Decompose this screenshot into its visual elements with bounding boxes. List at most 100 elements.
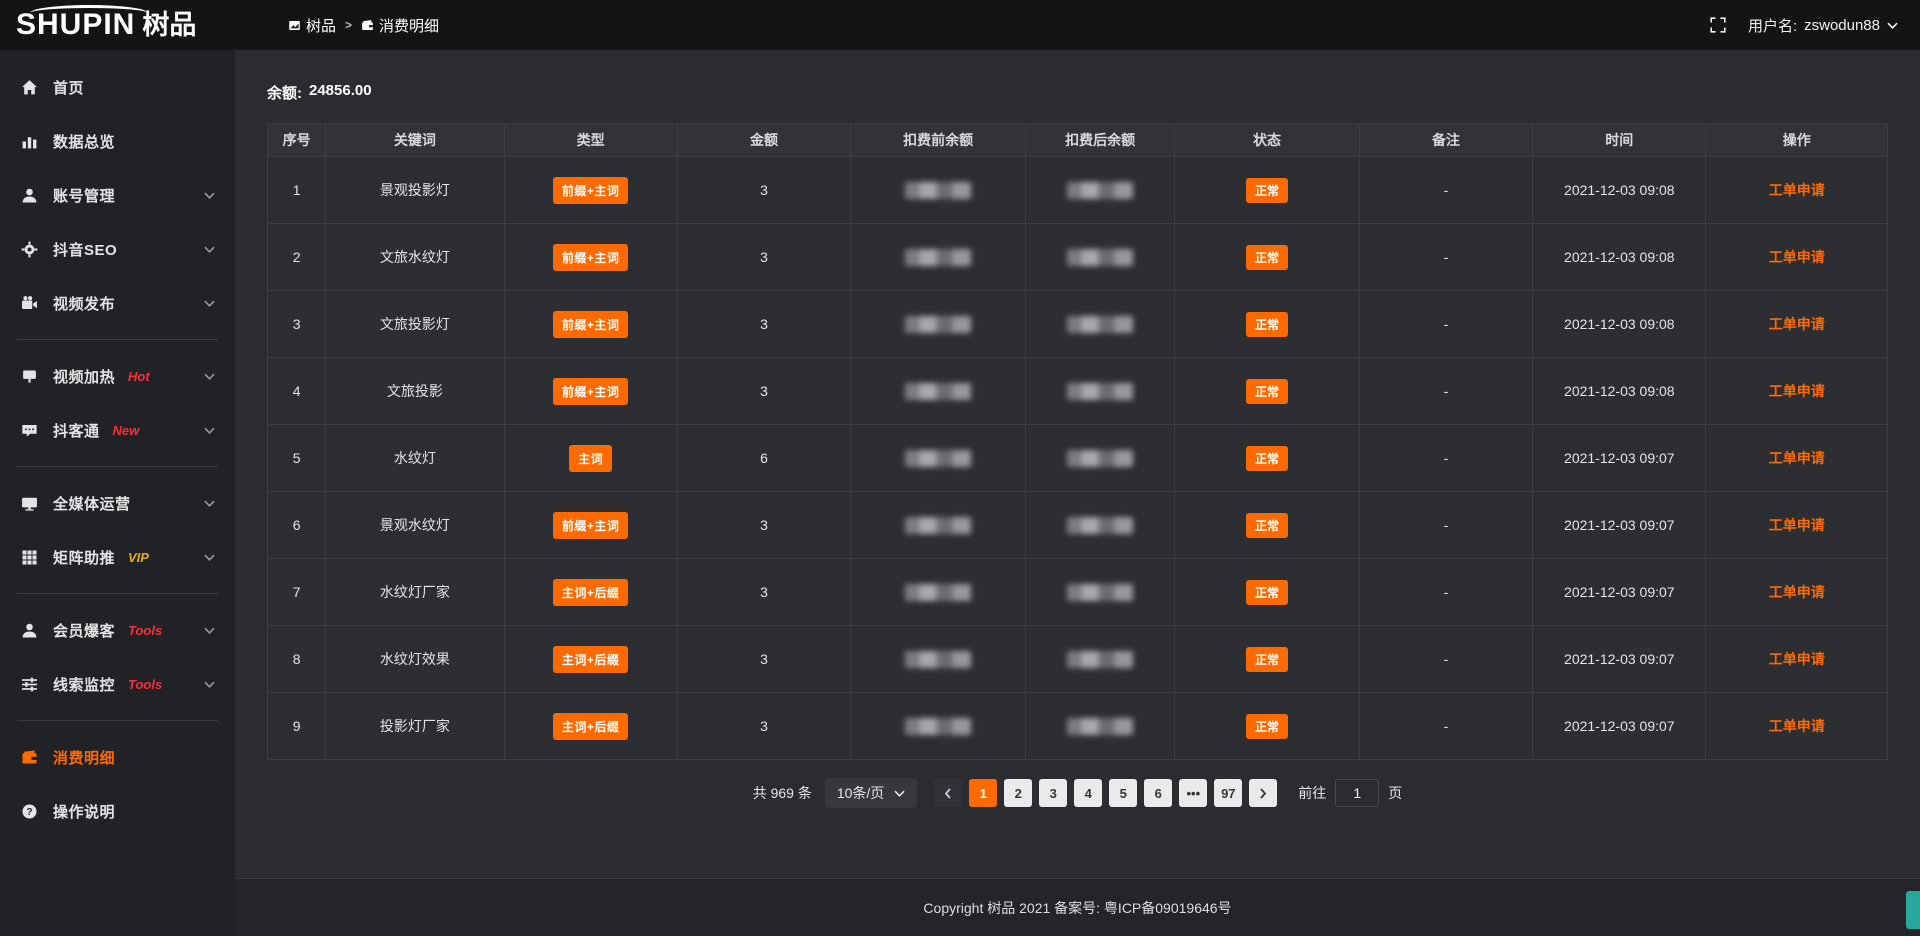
- pagination-goto: 前往 页: [1298, 779, 1402, 807]
- breadcrumb-item-current[interactable]: 消费明细: [361, 15, 439, 36]
- sidebar-item-user[interactable]: 账号管理: [0, 168, 235, 222]
- cell-index: 8: [268, 626, 326, 693]
- balance: 余额: 24856.00: [235, 50, 1920, 123]
- ticket-request-link[interactable]: 工单申请: [1769, 651, 1825, 667]
- next-page-button[interactable]: [1249, 779, 1277, 807]
- sidebar-item-home[interactable]: 首页: [0, 60, 235, 114]
- blurred-balance-after: [1067, 182, 1133, 199]
- grid-icon: [21, 549, 38, 566]
- heat-icon: [21, 368, 38, 385]
- logo-text-cn: 树品: [142, 12, 196, 39]
- breadcrumb: 树品 > 消费明细: [288, 15, 439, 36]
- user-dropdown[interactable]: 用户名: zswodun88: [1748, 15, 1898, 36]
- status-badge: 正常: [1246, 580, 1288, 605]
- sidebar-item-chat[interactable]: 抖客通New: [0, 403, 235, 457]
- cell-time: 2021-12-03 09:08: [1533, 358, 1706, 425]
- status-badge: 正常: [1246, 714, 1288, 739]
- ticket-request-link[interactable]: 工单申请: [1769, 450, 1825, 466]
- chart-icon: [21, 133, 38, 150]
- page-button-2[interactable]: 2: [1004, 779, 1032, 807]
- chevron-down-icon: [204, 681, 215, 688]
- side-widget[interactable]: [1906, 891, 1920, 929]
- table-row: 8水纹灯效果主词+后缀3正常-2021-12-03 09:07工单申请: [268, 626, 1888, 693]
- table-row: 2文旅水纹灯前缀+主词3正常-2021-12-03 09:08工单申请: [268, 224, 1888, 291]
- prev-page-button[interactable]: [934, 779, 962, 807]
- goto-suffix: 页: [1388, 783, 1402, 803]
- sidebar-item-member[interactable]: 会员爆客Tools: [0, 603, 235, 657]
- wallet-icon: [361, 19, 374, 32]
- cell-action: 工单申请: [1706, 358, 1888, 425]
- cell-keyword: 景观投影灯: [326, 157, 504, 224]
- cell-status: 正常: [1175, 291, 1360, 358]
- page-button-97[interactable]: 97: [1214, 779, 1242, 807]
- cell-status: 正常: [1175, 492, 1360, 559]
- sidebar-item-chart[interactable]: 数据总览: [0, 114, 235, 168]
- ticket-request-link[interactable]: 工单申请: [1769, 182, 1825, 198]
- cell-balance-before: [851, 157, 1026, 224]
- status-badge: 正常: [1246, 312, 1288, 337]
- blurred-balance-before: [905, 651, 971, 668]
- sidebar-item-wallet[interactable]: 消费明细: [0, 730, 235, 784]
- topbar: SHUPIN 树品 树品 > 消费明细 用户名: zswodun88: [0, 0, 1920, 50]
- page-button-4[interactable]: 4: [1074, 779, 1102, 807]
- menu-divider: [17, 720, 218, 721]
- pagination-total: 共 969 条: [753, 783, 812, 803]
- sidebar-item-sliders[interactable]: 线索监控Tools: [0, 657, 235, 711]
- cell-balance-before: [851, 425, 1026, 492]
- ticket-request-link[interactable]: 工单申请: [1769, 718, 1825, 734]
- wallet-icon: [361, 19, 374, 32]
- cell-time: 2021-12-03 09:08: [1533, 157, 1706, 224]
- page-button-6[interactable]: 6: [1144, 779, 1172, 807]
- ticket-request-link[interactable]: 工单申请: [1769, 249, 1825, 265]
- sidebar-item-label: 视频加热: [53, 366, 115, 387]
- column-header: 操作: [1706, 124, 1888, 157]
- blurred-balance-before: [905, 584, 971, 601]
- logo[interactable]: SHUPIN 树品: [0, 10, 235, 40]
- goto-label: 前往: [1298, 783, 1326, 803]
- username-value: zswodun88: [1804, 17, 1880, 34]
- cell-time: 2021-12-03 09:07: [1533, 492, 1706, 559]
- cell-index: 6: [268, 492, 326, 559]
- cell-keyword: 水纹灯厂家: [326, 559, 504, 626]
- cell-remark: -: [1359, 492, 1532, 559]
- cell-remark: -: [1359, 224, 1532, 291]
- cell-amount: 3: [677, 559, 850, 626]
- sidebar-item-grid[interactable]: 矩阵助推VIP: [0, 530, 235, 584]
- chevron-down-icon: [204, 627, 215, 634]
- sidebar: 首页数据总览账号管理抖音SEO 视频发布视频加热Hot抖客通New 全媒体运营矩阵助…: [0, 50, 235, 936]
- blurred-balance-before: [905, 249, 971, 266]
- type-badge: 前缀+主词: [553, 177, 629, 204]
- table-row: 6景观水纹灯前缀+主词3正常-2021-12-03 09:07工单申请: [268, 492, 1888, 559]
- status-badge: 正常: [1246, 446, 1288, 471]
- more-pages-button[interactable]: •••: [1179, 779, 1207, 807]
- cell-type: 前缀+主词: [504, 291, 677, 358]
- fullscreen-icon[interactable]: [1710, 17, 1726, 33]
- sidebar-item-monitor[interactable]: 全媒体运营: [0, 476, 235, 530]
- page-button-5[interactable]: 5: [1109, 779, 1137, 807]
- cell-balance-after: [1026, 425, 1175, 492]
- blurred-balance-after: [1067, 651, 1133, 668]
- chevron-down-icon: [204, 192, 215, 199]
- goto-page-input[interactable]: [1335, 779, 1379, 807]
- column-header: 关键词: [326, 124, 504, 157]
- chevron-down-icon: [204, 554, 215, 561]
- sidebar-item-heat[interactable]: 视频加热Hot: [0, 349, 235, 403]
- ticket-request-link[interactable]: 工单申请: [1769, 517, 1825, 533]
- breadcrumb-item-home[interactable]: 树品: [288, 15, 336, 36]
- page-button-1[interactable]: 1: [969, 779, 997, 807]
- ticket-request-link[interactable]: 工单申请: [1769, 316, 1825, 332]
- chevron-down-icon: [204, 246, 215, 253]
- ticket-request-link[interactable]: 工单申请: [1769, 383, 1825, 399]
- sidebar-item-gear[interactable]: 抖音SEO: [0, 222, 235, 276]
- ticket-request-link[interactable]: 工单申请: [1769, 584, 1825, 600]
- wallet-icon: [21, 749, 38, 766]
- sidebar-item-label: 数据总览: [53, 131, 115, 152]
- page-button-3[interactable]: 3: [1039, 779, 1067, 807]
- blurred-balance-before: [905, 718, 971, 735]
- page-size-select[interactable]: 10条/页: [825, 778, 917, 808]
- sidebar-item-label: 视频发布: [53, 293, 115, 314]
- sidebar-item-question[interactable]: ?操作说明: [0, 784, 235, 838]
- sidebar-item-video[interactable]: 视频发布: [0, 276, 235, 330]
- cell-remark: -: [1359, 693, 1532, 760]
- column-header: 扣费后余额: [1026, 124, 1175, 157]
